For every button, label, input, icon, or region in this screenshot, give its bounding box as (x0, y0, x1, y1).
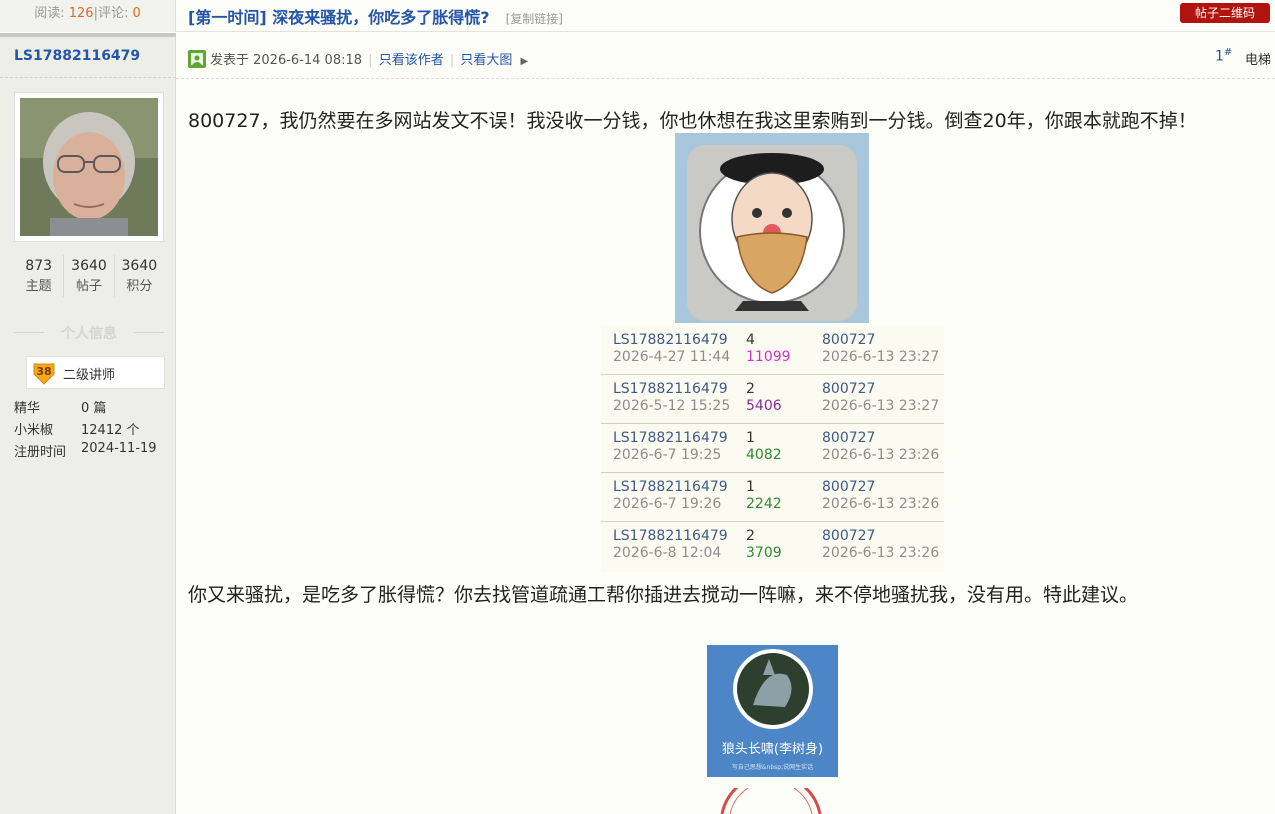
divider (0, 77, 176, 78)
caret-right-icon[interactable]: ▶ (521, 56, 529, 67)
separator: | (449, 53, 455, 68)
post-meta: 发表于 2026-6-14 08:18 | 只看该作者 | 只看大图 ▶ (210, 49, 528, 68)
row-last-user: 800727 (822, 479, 876, 495)
stamp-seal-icon (716, 772, 826, 814)
count-label: 帖子 (75, 279, 102, 294)
row-last-date: 2026-6-13 23:26 (822, 447, 940, 463)
floor-mark: # (1223, 47, 1233, 58)
thread-qrcode-button[interactable]: 帖子二维码 (1180, 3, 1270, 23)
personal-info-heading: 个人信息 (14, 323, 164, 343)
count-value: 3640 (71, 258, 107, 274)
row-last-date: 2026-6-13 23:26 (822, 545, 940, 561)
table-row: LS17882116479 2026-5-12 15:25 2 5406 800… (601, 375, 944, 424)
row-replies: 2 (746, 381, 755, 397)
rank-badge-box: 38 二级讲师 (26, 356, 165, 389)
row-user: LS17882116479 (613, 528, 728, 544)
cartoon-avatar-image[interactable] (675, 133, 869, 323)
separator: | (368, 53, 373, 68)
floor-value: 1 (1215, 48, 1224, 65)
post-time: 发表于 2026-6-14 08:18 (210, 53, 363, 68)
thread-title-area: [第一时间] 深夜来骚扰，你吃多了胀得慌? [复制链接] (188, 4, 563, 28)
info-key: 小米椒 (14, 423, 54, 438)
table-row: LS17882116479 2026-4-27 11:44 4 11099 80… (601, 326, 944, 375)
read-count: 126 (68, 6, 94, 21)
row-views: 11099 (746, 349, 791, 365)
row-views: 3709 (746, 545, 782, 561)
row-date: 2026-6-8 12:04 (613, 545, 722, 561)
count-posts[interactable]: 3640 帖子 (64, 255, 115, 297)
table-row: LS17882116479 2026-6-7 19:26 1 2242 8007… (601, 473, 944, 522)
row-user: LS17882116479 (613, 479, 728, 495)
row-last-date: 2026-6-13 23:27 (822, 398, 940, 414)
row-last-user: 800727 (822, 528, 876, 544)
row-user: LS17882116479 (613, 332, 728, 348)
post-paragraph-1: 800727，我仍然要在多网站发文不误！我没收一分钱，你也休想在我这里索贿到一分… (188, 110, 1197, 132)
profile-card-caption: 狼头长啸(李树身) (721, 742, 824, 757)
cartoon-man-icon (699, 153, 845, 311)
count-points[interactable]: 3640 积分 (115, 255, 164, 297)
row-replies: 1 (746, 430, 755, 446)
level-shield-icon: 38 (31, 361, 57, 389)
wolf-head-icon (733, 649, 813, 729)
comment-label: 评论: (97, 6, 129, 21)
row-date: 2026-6-7 19:25 (613, 447, 722, 463)
avatar[interactable] (14, 92, 164, 242)
row-date: 2026-4-27 11:44 (613, 349, 731, 365)
table-row: LS17882116479 2026-6-8 12:04 2 3709 8007… (601, 522, 944, 571)
author-name[interactable]: LS17882116479 (14, 48, 140, 64)
count-value: 873 (25, 258, 53, 274)
large-image-link[interactable]: 只看大图 (460, 53, 512, 68)
post-status-icon (188, 50, 206, 72)
info-key: 精华 (14, 401, 41, 416)
info-value: 2024-11-19 (81, 441, 157, 456)
row-views: 5406 (746, 398, 782, 414)
row-date: 2026-5-12 15:25 (613, 398, 731, 414)
info-key: 注册时间 (14, 445, 67, 460)
row-replies: 1 (746, 479, 755, 495)
only-author-link[interactable]: 只看该作者 (379, 53, 444, 68)
row-user: LS17882116479 (613, 430, 728, 446)
row-last-user: 800727 (822, 381, 876, 397)
row-last-date: 2026-6-13 23:26 (822, 496, 940, 512)
count-label: 积分 (126, 279, 153, 294)
read-label: 阅读: (34, 6, 65, 21)
thread-header-bar: 阅读: 126|评论: 0 [第一时间] 深夜来骚扰，你吃多了胀得慌? [复制链… (0, 0, 1275, 32)
author-counts: 873 主题 3640 帖子 3640 积分 (14, 255, 164, 297)
profile-card-image[interactable]: 狼头长啸(李树身) 写自己思想&nbsp;说网生实话 (707, 645, 838, 777)
count-topics[interactable]: 873 主题 (14, 255, 65, 297)
rank-name: 二级讲师 (63, 368, 116, 383)
level-number: 38 (36, 365, 51, 378)
author-sidebar: LS17882116479 873 主题 3640 帖子 3640 积分 个人信… (0, 33, 176, 814)
info-value: 12412 个 (81, 423, 140, 438)
row-date: 2026-6-7 19:26 (613, 496, 722, 512)
row-views: 4082 (746, 447, 782, 463)
floor-number[interactable]: 1# (1215, 47, 1232, 65)
profile-card-subtitle: 写自己思想&nbsp;说网生实话 (731, 764, 814, 771)
post-meta-bar: 发表于 2026-6-14 08:18 | 只看该作者 | 只看大图 ▶ 1# … (176, 33, 1275, 79)
row-last-date: 2026-6-13 23:27 (822, 349, 940, 365)
table-row: LS17882116479 2026-6-7 19:25 1 4082 8007… (601, 424, 944, 473)
copy-link-button[interactable]: [复制链接] (506, 12, 563, 26)
elevator-label[interactable]: 电梯 (1245, 49, 1271, 68)
post-paragraph-2: 你又来骚扰，是吃多了胀得慌？你去找管道疏通工帮你插进去搅动一阵嘛，来不停地骚扰我… (188, 584, 1139, 606)
post-statistics-image[interactable]: LS17882116479 2026-4-27 11:44 4 11099 80… (601, 326, 944, 572)
thread-title[interactable]: [第一时间] 深夜来骚扰，你吃多了胀得慌? (188, 8, 489, 27)
info-value: 0 篇 (81, 401, 107, 416)
row-last-user: 800727 (822, 332, 876, 348)
comment-count: 0 (132, 6, 141, 21)
row-user: LS17882116479 (613, 381, 728, 397)
row-replies: 2 (746, 528, 755, 544)
count-label: 主题 (25, 279, 52, 294)
row-views: 2242 (746, 496, 782, 512)
count-value: 3640 (121, 258, 158, 274)
row-last-user: 800727 (822, 430, 876, 446)
row-replies: 4 (746, 332, 755, 348)
sidebar-top-border (0, 33, 176, 37)
thread-stats: 阅读: 126|评论: 0 (0, 0, 176, 32)
avatar-photo (20, 98, 158, 236)
